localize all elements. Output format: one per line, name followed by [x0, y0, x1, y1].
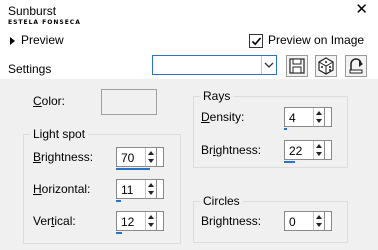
spinner-value[interactable]: 0 [289, 215, 296, 229]
sunburst-dialog: Sunburst ESTELA FONSECA ✕ Preview Previe… [0, 0, 378, 250]
vertical-level-bar [116, 232, 122, 234]
up-down-arrows-icon[interactable] [313, 212, 324, 230]
chevron-down-icon[interactable] [261, 56, 276, 74]
slider-thumb[interactable] [324, 212, 331, 230]
slider-thumb[interactable] [156, 148, 163, 166]
preview-toggle[interactable]: Preview [10, 33, 64, 47]
slider-thumb[interactable] [156, 180, 163, 198]
brightness-spinner[interactable]: 70 [116, 147, 164, 167]
up-down-arrows-icon[interactable] [145, 148, 156, 166]
watermark-signature: ESTELA FONSECA [8, 19, 81, 26]
up-down-arrows-icon[interactable] [313, 108, 324, 126]
checkbox-box[interactable] [249, 33, 263, 48]
slider-thumb[interactable] [324, 141, 331, 159]
save-preset-button[interactable] [286, 55, 308, 77]
light-spot-title: Light spot [30, 127, 89, 141]
spinner-value[interactable]: 70 [121, 151, 134, 165]
slider-thumb[interactable] [156, 212, 163, 230]
horizontal-level-bar [116, 200, 121, 202]
brightness-level-bar [116, 168, 150, 170]
reset-button[interactable] [345, 55, 367, 77]
rays-brightness-spinner[interactable]: 22 [284, 140, 332, 160]
circles-title: Circles [200, 194, 243, 208]
vertical-spinner[interactable]: 12 [116, 211, 164, 231]
preset-dropdown[interactable] [152, 55, 277, 75]
save-icon [289, 58, 305, 74]
window-title: Sunburst [8, 4, 57, 18]
spinner-value[interactable]: 4 [289, 111, 296, 125]
horizontal-label: Horizontal: [33, 182, 91, 196]
triangle-right-icon [10, 36, 15, 45]
preview-on-image-checkbox[interactable]: Preview on Image [249, 33, 364, 48]
settings-panel: Color: Light spot Brightness: 70 Horizon… [0, 79, 378, 250]
circles-brightness-spinner[interactable]: 0 [284, 211, 332, 231]
color-label: Color: [33, 94, 66, 108]
up-down-arrows-icon[interactable] [313, 141, 324, 159]
brightness-label: Brightness: [33, 150, 94, 164]
slider-thumb[interactable] [324, 108, 331, 126]
rays-brightness-label: Brightness: [201, 143, 262, 157]
checkmark-icon [251, 37, 262, 46]
close-icon[interactable]: ✕ [355, 2, 368, 17]
rays-brightness-level-bar [284, 161, 295, 163]
density-label: Density: [201, 110, 245, 124]
randomize-button[interactable] [315, 55, 337, 77]
circles-brightness-label: Brightness: [201, 214, 262, 228]
up-down-arrows-icon[interactable] [145, 212, 156, 230]
density-spinner[interactable]: 4 [284, 107, 332, 127]
preview-toggle-label: Preview [21, 33, 64, 47]
spinner-value[interactable]: 22 [289, 144, 302, 158]
horizontal-spinner[interactable]: 11 [116, 179, 164, 199]
spinner-value[interactable]: 11 [121, 183, 133, 197]
dice-icon [318, 57, 334, 75]
reset-icon [349, 58, 363, 74]
vertical-label: Vertical: [33, 214, 76, 228]
spinner-value[interactable]: 12 [121, 215, 134, 229]
density-level-bar [284, 128, 287, 130]
settings-label: Settings [8, 62, 52, 76]
preview-on-image-label: Preview on Image [268, 33, 365, 47]
color-swatch[interactable] [101, 89, 157, 115]
rays-title: Rays [200, 89, 234, 103]
up-down-arrows-icon[interactable] [145, 180, 156, 198]
